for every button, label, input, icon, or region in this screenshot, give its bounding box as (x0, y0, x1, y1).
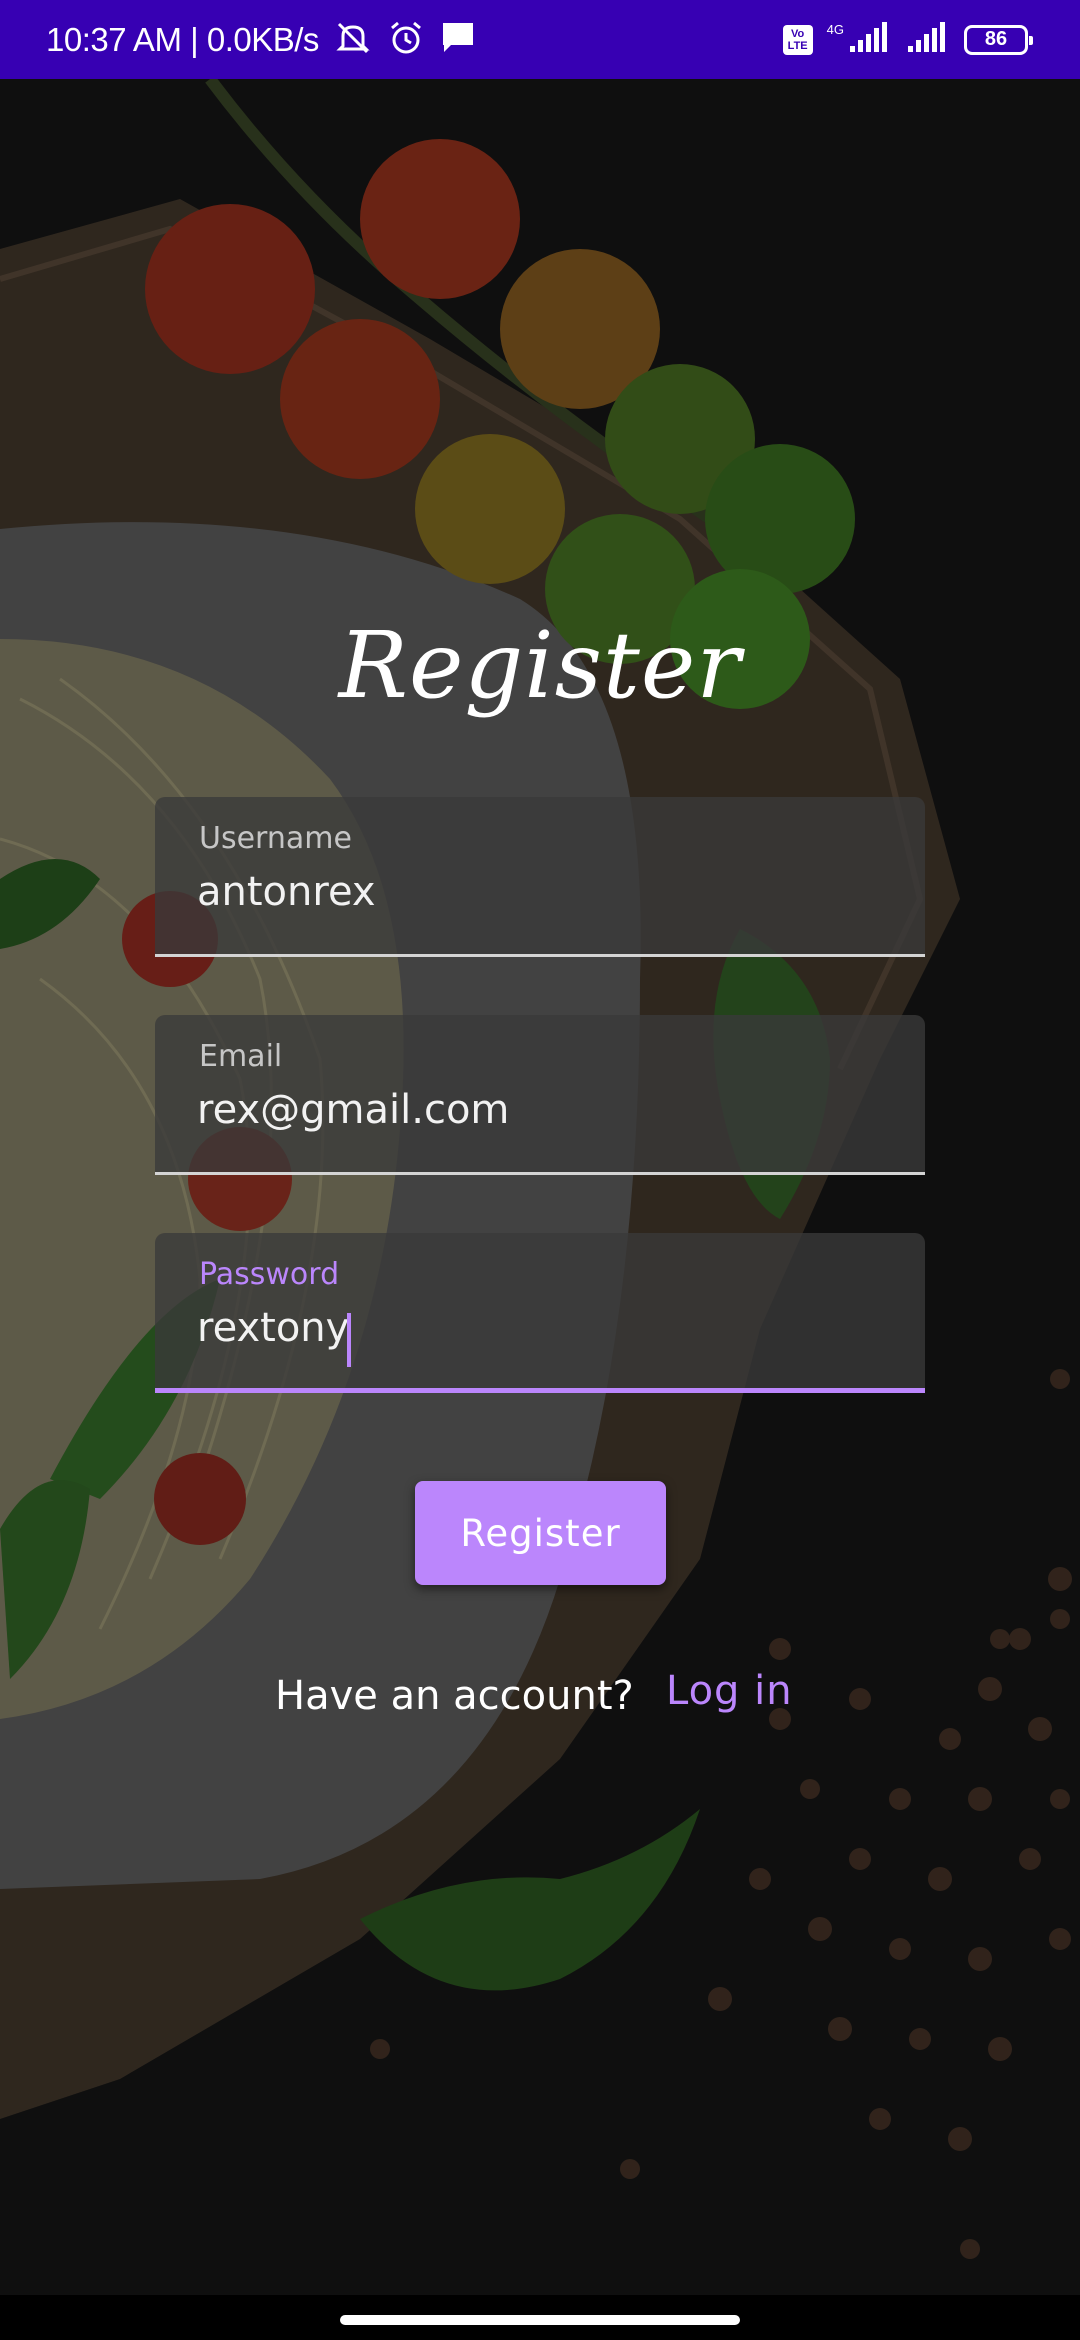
navigation-bar (0, 2295, 1080, 2340)
signal-icon (848, 21, 892, 58)
network-type: 4G (826, 22, 844, 37)
battery-icon: 86 (964, 24, 1033, 55)
email-input[interactable] (197, 1087, 877, 1133)
email-label: Email (199, 1039, 283, 1074)
status-bar: 10:37 AM | 0.0KB/s Vo LTE 4G 86 (0, 0, 1080, 79)
login-link[interactable]: Log in (666, 1668, 793, 1714)
volte-icon: Vo LTE (782, 24, 813, 55)
page-title: Register (338, 612, 742, 719)
status-left: 10:37 AM | 0.0KB/s (46, 0, 477, 79)
background-image (0, 79, 1080, 2295)
status-time: 10:37 AM | 0.0KB/s (46, 20, 319, 58)
username-field[interactable]: Username (155, 797, 925, 957)
email-field[interactable]: Email (155, 1015, 925, 1175)
home-indicator[interactable] (340, 2315, 740, 2325)
password-input[interactable] (197, 1305, 877, 1351)
battery-level: 86 (984, 28, 1008, 50)
password-label: Password (199, 1257, 340, 1292)
register-button[interactable]: Register (415, 1481, 666, 1585)
username-input[interactable] (197, 869, 877, 915)
password-field[interactable]: Password (155, 1233, 925, 1393)
message-icon (439, 19, 477, 61)
signal-icon (906, 21, 950, 58)
text-cursor (347, 1313, 351, 1367)
username-label: Username (199, 821, 352, 856)
have-account-text: Have an account? (275, 1673, 634, 1719)
mute-icon (333, 20, 373, 60)
alarm-icon (387, 19, 425, 61)
status-right: Vo LTE 4G 86 (782, 0, 1033, 79)
